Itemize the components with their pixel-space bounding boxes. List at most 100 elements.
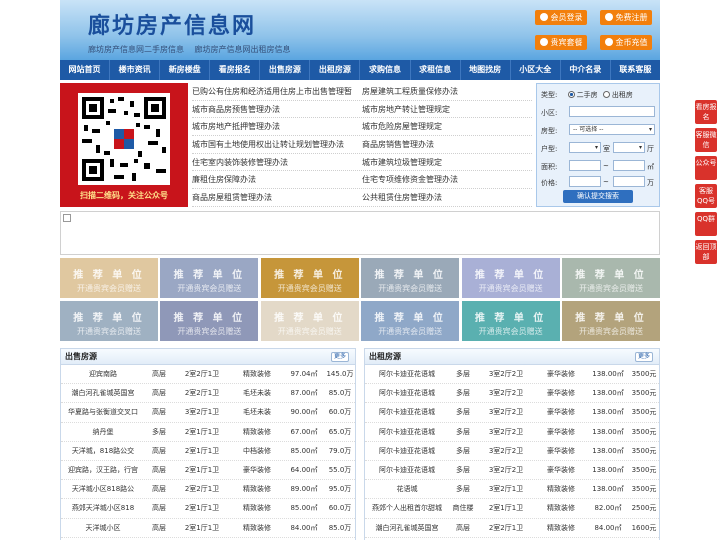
- recommend-tile[interactable]: 推 荐 单 位开通贵宾会员赠送: [160, 258, 259, 298]
- cell-layout: 2室1厅1卫: [184, 504, 220, 513]
- table-row[interactable]: 燕郊天洋城小区818 高层 2室1厅1卫 精致装修 85.00㎡ 60.0万: [61, 499, 355, 519]
- float-viewing-signup[interactable]: 看房报名: [695, 100, 717, 124]
- cell-area: 82.00㎡: [594, 504, 622, 513]
- table-row[interactable]: 阿尔卡迪亚花语城 多层 3室2厅2卫 豪华装修 138.00㎡ 3500元: [365, 403, 659, 423]
- sale-more-link[interactable]: 更多: [330, 352, 349, 362]
- upper-section: 扫描二维码，关注公众号 已购公有住房和经济适用住房上市出售管理暂 房屋建筑工程质量…: [60, 83, 660, 207]
- cell-listing-name: 燕郊个人出租首尔甜城: [372, 504, 442, 513]
- nav-agents[interactable]: 中介名录: [561, 60, 611, 80]
- policy-link[interactable]: 城市建筑垃圾管理规定: [362, 154, 532, 171]
- nav-communities[interactable]: 小区大全: [511, 60, 561, 80]
- policy-link[interactable]: 廉租住房保障办法: [192, 171, 362, 188]
- community-input[interactable]: [569, 106, 655, 117]
- nav-new-homes[interactable]: 新房楼盘: [160, 60, 211, 80]
- table-row[interactable]: 燕郊个人出租首尔甜城 商住楼 2室1厅1卫 精致装修 82.00㎡ 2500元: [365, 499, 659, 519]
- recommend-tile[interactable]: 推 荐 单 位开通贵宾会员赠送: [60, 301, 158, 341]
- nav-rent[interactable]: 出租房源: [310, 60, 361, 80]
- login-button[interactable]: 会员登录: [535, 10, 587, 25]
- table-row[interactable]: 潮白河孔雀城英国宫 高层 2室2厅1卫 精致装修 84.00㎡ 1600元: [365, 519, 659, 538]
- recommend-tile[interactable]: 推 荐 单 位开通贵宾会员赠送: [160, 301, 259, 341]
- cell-decoration: 豪华装修: [547, 389, 575, 398]
- policy-link[interactable]: 城市危险房屋管理规定: [362, 118, 532, 135]
- cell-listing-name: 花语城: [396, 485, 418, 494]
- table-row[interactable]: 阿尔卡迪亚花语城 多层 3室2厅2卫 豪华装修 138.00㎡ 3500元: [365, 365, 659, 385]
- table-row[interactable]: 天洋城小区 高层 2室1厅1卫 精致装修 84.00㎡ 85.0万: [61, 519, 355, 538]
- table-row[interactable]: 阿尔卡迪亚花语城 多层 3室2厅2卫 豪华装修 138.00㎡ 3500元: [365, 461, 659, 481]
- cell-area: 84.00㎡: [594, 523, 622, 532]
- cell-listing-name: 华夏路与张衡道交叉口: [68, 408, 138, 417]
- policy-link[interactable]: 住宅室内装饰装修管理办法: [192, 154, 362, 171]
- subtitle-link-sale[interactable]: 廊坊房产信息网二手房信息: [88, 45, 184, 54]
- policy-link[interactable]: 商品房屋租赁管理办法: [192, 189, 362, 206]
- policy-link[interactable]: 城市房地产转让管理规定: [362, 101, 532, 118]
- nav-viewing-signup[interactable]: 看房报名: [210, 60, 261, 80]
- table-row[interactable]: 花语城 多层 3室2厅1卫 精致装修 138.00㎡ 3500元: [365, 480, 659, 500]
- policy-link[interactable]: 住宅专项维修资金管理办法: [362, 171, 532, 188]
- table-row[interactable]: 天洋城小区818路公 高层 2室2厅1卫 精致装修 89.00㎡ 95.0万: [61, 480, 355, 500]
- type-label: 类型:: [541, 91, 558, 99]
- subtitle-link-rent[interactable]: 廊坊房产信息网出租房信息: [195, 45, 291, 54]
- table-row[interactable]: 迎宾南路 高层 2室2厅1卫 精致装修 97.04㎡ 145.0万: [61, 365, 355, 385]
- policy-link[interactable]: 城市房地产抵押管理办法: [192, 118, 362, 135]
- coin-recharge-button[interactable]: 金币充值: [600, 35, 652, 50]
- recommend-tile[interactable]: 推 荐 单 位开通贵宾会员赠送: [562, 258, 660, 298]
- recommend-tile[interactable]: 推 荐 单 位开通贵宾会员赠送: [260, 258, 359, 298]
- nav-home[interactable]: 网站首页: [60, 60, 111, 80]
- table-row[interactable]: 阿尔卡迪亚花语城 多层 3室2厅2卫 豪华装修 138.00㎡ 3500元: [365, 442, 659, 461]
- policy-link[interactable]: 城市国有土地使用权出让转让规划管理办法: [192, 136, 362, 153]
- area-max-input[interactable]: [613, 160, 645, 171]
- table-row[interactable]: 迎宾路，汉王路，行宫 高层 2室1厅1卫 豪华装修 64.00㎡ 55.0万: [61, 461, 355, 481]
- rent-more-link[interactable]: 更多: [634, 352, 653, 362]
- cell-building-type: 高层: [152, 389, 166, 398]
- back-to-top-button[interactable]: 返回顶部: [695, 240, 717, 264]
- table-row[interactable]: 天洋城，818路公交 高层 2室1厅1卫 中档装修 85.00㎡ 79.0万: [61, 442, 355, 461]
- vip-package-button[interactable]: 贵宾套餐: [535, 35, 587, 50]
- banner-ad[interactable]: [60, 211, 660, 255]
- price-max-input[interactable]: [613, 176, 645, 187]
- price-min-input[interactable]: [569, 176, 601, 187]
- policy-link[interactable]: 已购公有住房和经济适用住房上市出售管理暂: [192, 83, 362, 100]
- recommend-tile[interactable]: 推 荐 单 位开通贵宾会员赠送: [461, 301, 560, 341]
- policy-link[interactable]: 商品房销售管理办法: [362, 136, 532, 153]
- nav-wanted-buy[interactable]: 求购信息: [360, 60, 411, 80]
- table-row[interactable]: 华夏路与张衡道交叉口 高层 3室2厅1卫 毛坯未装 90.00㎡ 60.0万: [61, 403, 355, 423]
- hall-select[interactable]: ▾: [613, 142, 645, 153]
- radio-rent[interactable]: 出租房: [602, 91, 633, 99]
- float-qq-group[interactable]: QQ群: [695, 212, 717, 236]
- room-select[interactable]: ▾: [569, 142, 601, 153]
- area-min-input[interactable]: [569, 160, 601, 171]
- cell-listing-name: 阿尔卡迪亚花语城: [379, 465, 435, 474]
- cell-decoration: 毛坯未装: [243, 408, 271, 417]
- layout-select[interactable]: -- 可选择 -- ▾: [569, 124, 655, 135]
- recommend-tile[interactable]: 推 荐 单 位开通贵宾会员赠送: [562, 301, 660, 341]
- float-qq-support[interactable]: 客服QQ号: [695, 184, 717, 208]
- nav-wanted-rent[interactable]: 求租信息: [411, 60, 461, 80]
- table-row[interactable]: 阿尔卡迪亚花语城 多层 3室2厅2卫 豪华装修 138.00㎡ 3500元: [365, 384, 659, 404]
- policy-link[interactable]: 城市商品房预售管理办法: [192, 101, 362, 118]
- policy-link[interactable]: 房屋建筑工程质量保修办法: [362, 83, 532, 100]
- cell-building-type: 商住楼: [452, 504, 474, 513]
- recommend-tile[interactable]: 推 荐 单 位开通贵宾会员赠送: [260, 301, 359, 341]
- recommend-tile[interactable]: 推 荐 单 位开通贵宾会员赠送: [60, 258, 158, 298]
- search-submit-button[interactable]: 确认提交搜索: [563, 190, 633, 203]
- table-row[interactable]: 阿尔卡迪亚花语城 多层 3室2厅2卫 豪华装修 138.00㎡ 3500元: [365, 423, 659, 442]
- table-row[interactable]: 潮白河孔雀城英国宫 高层 2室2厅1卫 毛坯未装 87.00㎡ 85.0万: [61, 384, 355, 404]
- nav-map[interactable]: 地图找房: [461, 60, 511, 80]
- nav-sale[interactable]: 出售房源: [260, 60, 311, 80]
- table-row[interactable]: 纳丹堡 多层 2室1厅1卫 精致装修 67.00㎡ 65.0万: [61, 423, 355, 442]
- nav-support[interactable]: 联系客服: [611, 60, 660, 80]
- recommend-tile[interactable]: 推 荐 单 位开通贵宾会员赠送: [361, 301, 460, 341]
- cell-area: 87.00㎡: [290, 389, 318, 398]
- float-official-account[interactable]: 公众号: [695, 156, 717, 180]
- float-wechat-support[interactable]: 客服微信: [695, 128, 717, 152]
- nav-news[interactable]: 楼市资讯: [110, 60, 161, 80]
- policy-link[interactable]: 公共租赁住房管理办法: [362, 189, 532, 206]
- site-title[interactable]: 廊坊房产信息网: [88, 8, 256, 40]
- cell-listing-name: 潮白河孔雀城英国宫: [375, 523, 439, 532]
- cell-building-type: 多层: [456, 370, 470, 378]
- recommend-tile[interactable]: 推 荐 单 位开通贵宾会员赠送: [361, 258, 460, 298]
- recommend-tile[interactable]: 推 荐 单 位开通贵宾会员赠送: [461, 258, 560, 298]
- radio-sale[interactable]: 二手房: [567, 91, 598, 99]
- register-button[interactable]: 免费注册: [600, 10, 652, 25]
- cell-building-type: 多层: [456, 446, 470, 455]
